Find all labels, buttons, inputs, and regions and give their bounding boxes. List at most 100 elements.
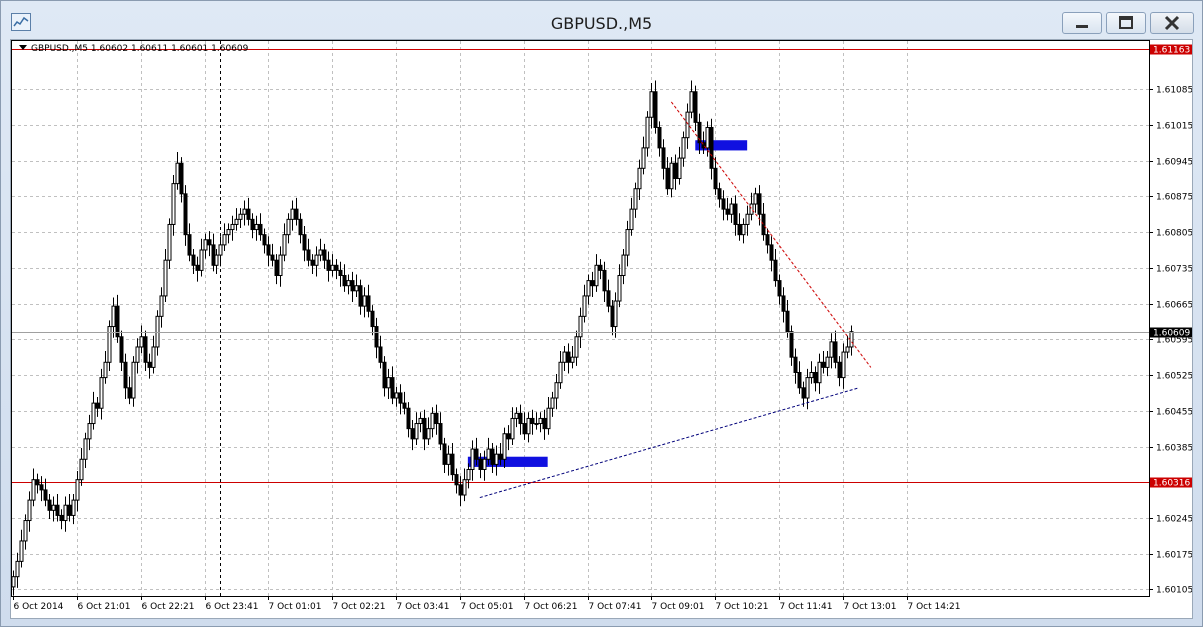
candle-body bbox=[849, 331, 854, 348]
candle-body bbox=[346, 280, 351, 287]
time-axis-label: 7 Oct 13:01 bbox=[844, 602, 897, 612]
candle-body bbox=[191, 254, 196, 266]
candle-body bbox=[75, 479, 80, 501]
candle-body bbox=[506, 433, 511, 440]
candle-body bbox=[514, 412, 519, 419]
candle-body bbox=[278, 254, 283, 277]
candle-body bbox=[582, 295, 587, 317]
candle-body bbox=[645, 116, 650, 149]
price-axis-label: 1.60875 bbox=[1156, 193, 1192, 203]
candle-body bbox=[358, 285, 363, 307]
candle-body bbox=[765, 234, 770, 246]
candle-body bbox=[594, 264, 599, 287]
candle-body bbox=[821, 361, 826, 368]
candle-body bbox=[741, 223, 746, 236]
price-axis-label: 1.60105 bbox=[1156, 586, 1192, 596]
minimize-button[interactable] bbox=[1062, 12, 1102, 34]
candle-body bbox=[637, 167, 642, 190]
maximize-icon bbox=[1119, 16, 1133, 29]
chart-area[interactable]: 1.61085 1.61015 1.60945 1.60875 1.60805 1.607… bbox=[10, 39, 1193, 619]
candle-body bbox=[773, 259, 778, 282]
candle-body bbox=[382, 361, 387, 389]
candle-body bbox=[270, 254, 275, 261]
candle-body bbox=[306, 249, 311, 261]
candle-body bbox=[414, 423, 419, 440]
price-axis-label: 1.60665 bbox=[1156, 301, 1192, 311]
candle-body bbox=[606, 290, 611, 307]
candle-body bbox=[681, 137, 686, 159]
candle-body bbox=[845, 346, 850, 353]
close-icon bbox=[1164, 15, 1180, 31]
time-axis-label: 7 Oct 06:21 bbox=[525, 602, 578, 612]
candle-body bbox=[641, 147, 646, 169]
dropdown-triangle-icon[interactable] bbox=[19, 45, 27, 50]
candle-body bbox=[613, 300, 618, 328]
candle-body bbox=[446, 453, 451, 465]
price-axis-label: 1.60175 bbox=[1156, 551, 1192, 561]
candle-body bbox=[578, 315, 583, 338]
time-axis-label: 6 Oct 2014 bbox=[14, 602, 64, 612]
price-axis-label: 1.60385 bbox=[1156, 444, 1192, 454]
candle-body bbox=[47, 499, 52, 511]
level-price-label: 1.60316 bbox=[1153, 479, 1190, 489]
candle-body bbox=[833, 341, 838, 363]
candle-body bbox=[135, 346, 140, 363]
candle-body bbox=[502, 433, 507, 460]
candle-body bbox=[199, 249, 204, 271]
chart-header: GBPUSD.,M5 1.60602 1.60611 1.60601 1.606… bbox=[19, 44, 248, 54]
candle-body bbox=[625, 229, 630, 256]
candle-body bbox=[370, 310, 375, 328]
time-axis-label: 7 Oct 01:01 bbox=[269, 602, 322, 612]
candle-body bbox=[566, 351, 571, 363]
time-axis-label: 7 Oct 09:01 bbox=[652, 602, 705, 612]
candle-body bbox=[67, 504, 72, 516]
candle-body bbox=[107, 326, 112, 363]
candle-body bbox=[801, 387, 806, 399]
candle-body bbox=[562, 351, 567, 363]
candle-body bbox=[91, 402, 96, 425]
candle-body bbox=[310, 259, 315, 266]
level-price-label: 1.61163 bbox=[1153, 46, 1190, 56]
candle-body bbox=[789, 331, 794, 358]
candle-body bbox=[167, 223, 172, 261]
candle-body bbox=[689, 91, 694, 113]
title-bar[interactable]: GBPUSD.,M5 bbox=[1, 1, 1202, 39]
chart-symbol: GBPUSD.,M5 bbox=[31, 44, 89, 54]
candle-body bbox=[183, 193, 188, 236]
candle-body bbox=[793, 356, 798, 373]
current-price-label: 1.60609 bbox=[1153, 329, 1190, 339]
close-button[interactable] bbox=[1150, 12, 1194, 34]
chart-ohlc: 1.60602 1.60611 1.60601 1.60609 bbox=[90, 44, 249, 54]
candle-body bbox=[139, 336, 144, 348]
candle-body bbox=[131, 361, 136, 399]
candle-body bbox=[350, 280, 355, 292]
candle-body bbox=[574, 336, 579, 358]
candle-body bbox=[598, 264, 603, 271]
price-chart[interactable]: 1.61085 1.61015 1.60945 1.60875 1.60805 1.607… bbox=[11, 40, 1192, 618]
candle-body bbox=[31, 479, 36, 501]
candle-body bbox=[374, 326, 379, 348]
candle-body bbox=[79, 458, 84, 481]
candle-body bbox=[422, 417, 427, 440]
candle-body bbox=[462, 479, 467, 496]
time-axis-label: 7 Oct 03:41 bbox=[397, 602, 450, 612]
candle-body bbox=[757, 193, 762, 215]
candle-body bbox=[725, 208, 730, 215]
candle-body bbox=[318, 249, 323, 256]
time-axis-label: 6 Oct 21:01 bbox=[78, 602, 131, 612]
candle-body bbox=[482, 458, 487, 470]
price-axis-label: 1.60245 bbox=[1156, 515, 1192, 525]
candle-body bbox=[825, 356, 830, 368]
candle-body bbox=[55, 504, 60, 516]
candle-body bbox=[203, 239, 208, 251]
time-axis-label: 6 Oct 22:21 bbox=[142, 602, 195, 612]
candle-body bbox=[250, 218, 255, 231]
candle-body bbox=[478, 458, 483, 470]
candle-body bbox=[402, 402, 407, 409]
candle-body bbox=[258, 223, 263, 236]
candle-body bbox=[550, 397, 555, 409]
candle-body bbox=[111, 305, 116, 328]
time-axis-label: 7 Oct 10:21 bbox=[716, 602, 769, 612]
candle-body bbox=[302, 234, 307, 251]
maximize-button[interactable] bbox=[1106, 12, 1146, 34]
